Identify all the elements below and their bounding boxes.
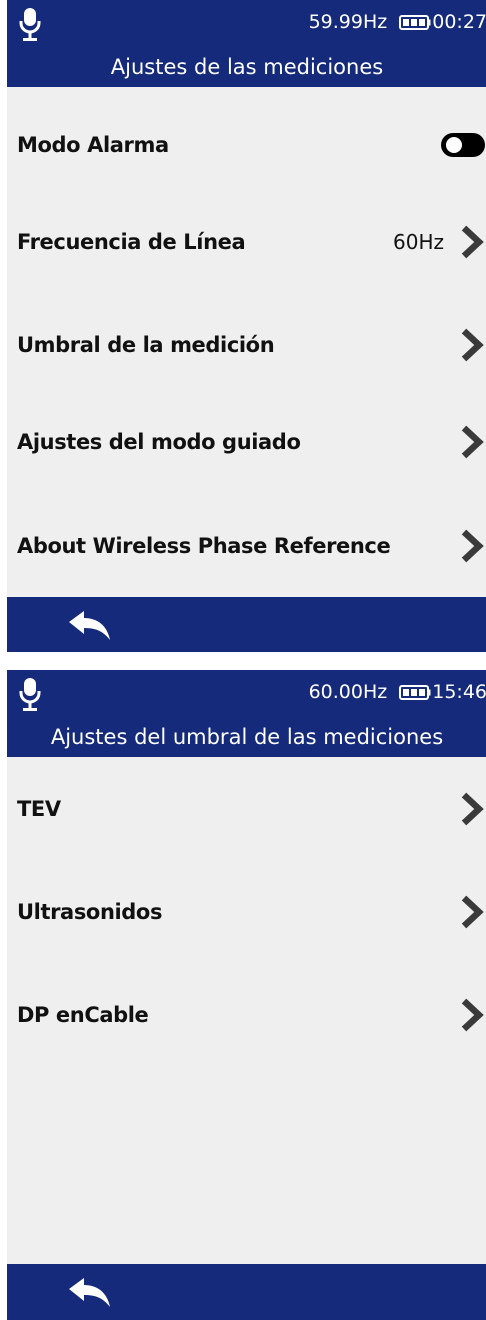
row-label: Umbral de la medición	[17, 333, 275, 357]
toggle-knob	[446, 137, 462, 153]
clock: 15:46	[432, 681, 486, 703]
chevron-right-icon	[461, 425, 484, 459]
footer-bar	[7, 1264, 486, 1320]
frequency-readout: 59.99Hz	[308, 11, 388, 33]
chevron-right-icon	[461, 998, 484, 1032]
row-label: About Wireless Phase Reference	[17, 534, 391, 558]
battery-icon	[399, 14, 431, 30]
status-bar: 60.00Hz 15:46	[309, 679, 486, 705]
tev-row[interactable]: TEV	[7, 759, 486, 859]
microphone-icon	[19, 678, 41, 711]
battery-icon	[399, 684, 431, 700]
page-title: Ajustes del umbral de las mediciones	[50, 725, 444, 749]
row-label: Frecuencia de Línea	[17, 230, 246, 254]
microphone-icon	[19, 8, 41, 41]
threshold-settings-screen: 60.00Hz 15:46 Ajustes del umbral de las …	[7, 670, 486, 1320]
guided-mode-settings-row[interactable]: Ajustes del modo guiado	[7, 392, 486, 492]
line-frequency-value: 60Hz	[393, 230, 444, 254]
row-label: Modo Alarma	[17, 133, 169, 157]
status-bar: 59.99Hz 00:27	[309, 9, 486, 35]
chevron-right-icon	[461, 328, 484, 362]
about-wireless-phase-reference-row[interactable]: About Wireless Phase Reference	[7, 496, 486, 596]
frequency-readout: 60.00Hz	[308, 681, 388, 703]
chevron-right-icon	[461, 529, 484, 563]
page-title: Ajustes de las mediciones	[110, 55, 384, 79]
measurement-threshold-row[interactable]: Umbral de la medición	[7, 295, 486, 395]
row-label: TEV	[17, 797, 61, 821]
chevron-right-icon	[461, 225, 484, 259]
row-label: Ajustes del modo guiado	[17, 430, 301, 454]
alarm-mode-row[interactable]: Modo Alarma	[7, 95, 486, 195]
chevron-right-icon	[461, 895, 484, 929]
ultrasonic-row[interactable]: Ultrasonidos	[7, 862, 486, 962]
header: 59.99Hz 00:27 Ajustes de las mediciones	[7, 0, 486, 87]
line-frequency-row[interactable]: Frecuencia de Línea 60Hz	[7, 192, 486, 292]
pd-cable-row[interactable]: DP enCable	[7, 965, 486, 1065]
footer-bar	[7, 597, 486, 652]
back-arrow-icon[interactable]	[67, 609, 113, 643]
alarm-mode-toggle[interactable]	[441, 133, 485, 157]
clock: 00:27	[432, 11, 486, 33]
measurement-settings-screen: 59.99Hz 00:27 Ajustes de las mediciones …	[7, 0, 486, 652]
row-label: Ultrasonidos	[17, 900, 163, 924]
header: 60.00Hz 15:46 Ajustes del umbral de las …	[7, 670, 486, 757]
back-arrow-icon[interactable]	[67, 1276, 113, 1310]
chevron-right-icon	[461, 792, 484, 826]
row-label: DP enCable	[17, 1003, 149, 1027]
